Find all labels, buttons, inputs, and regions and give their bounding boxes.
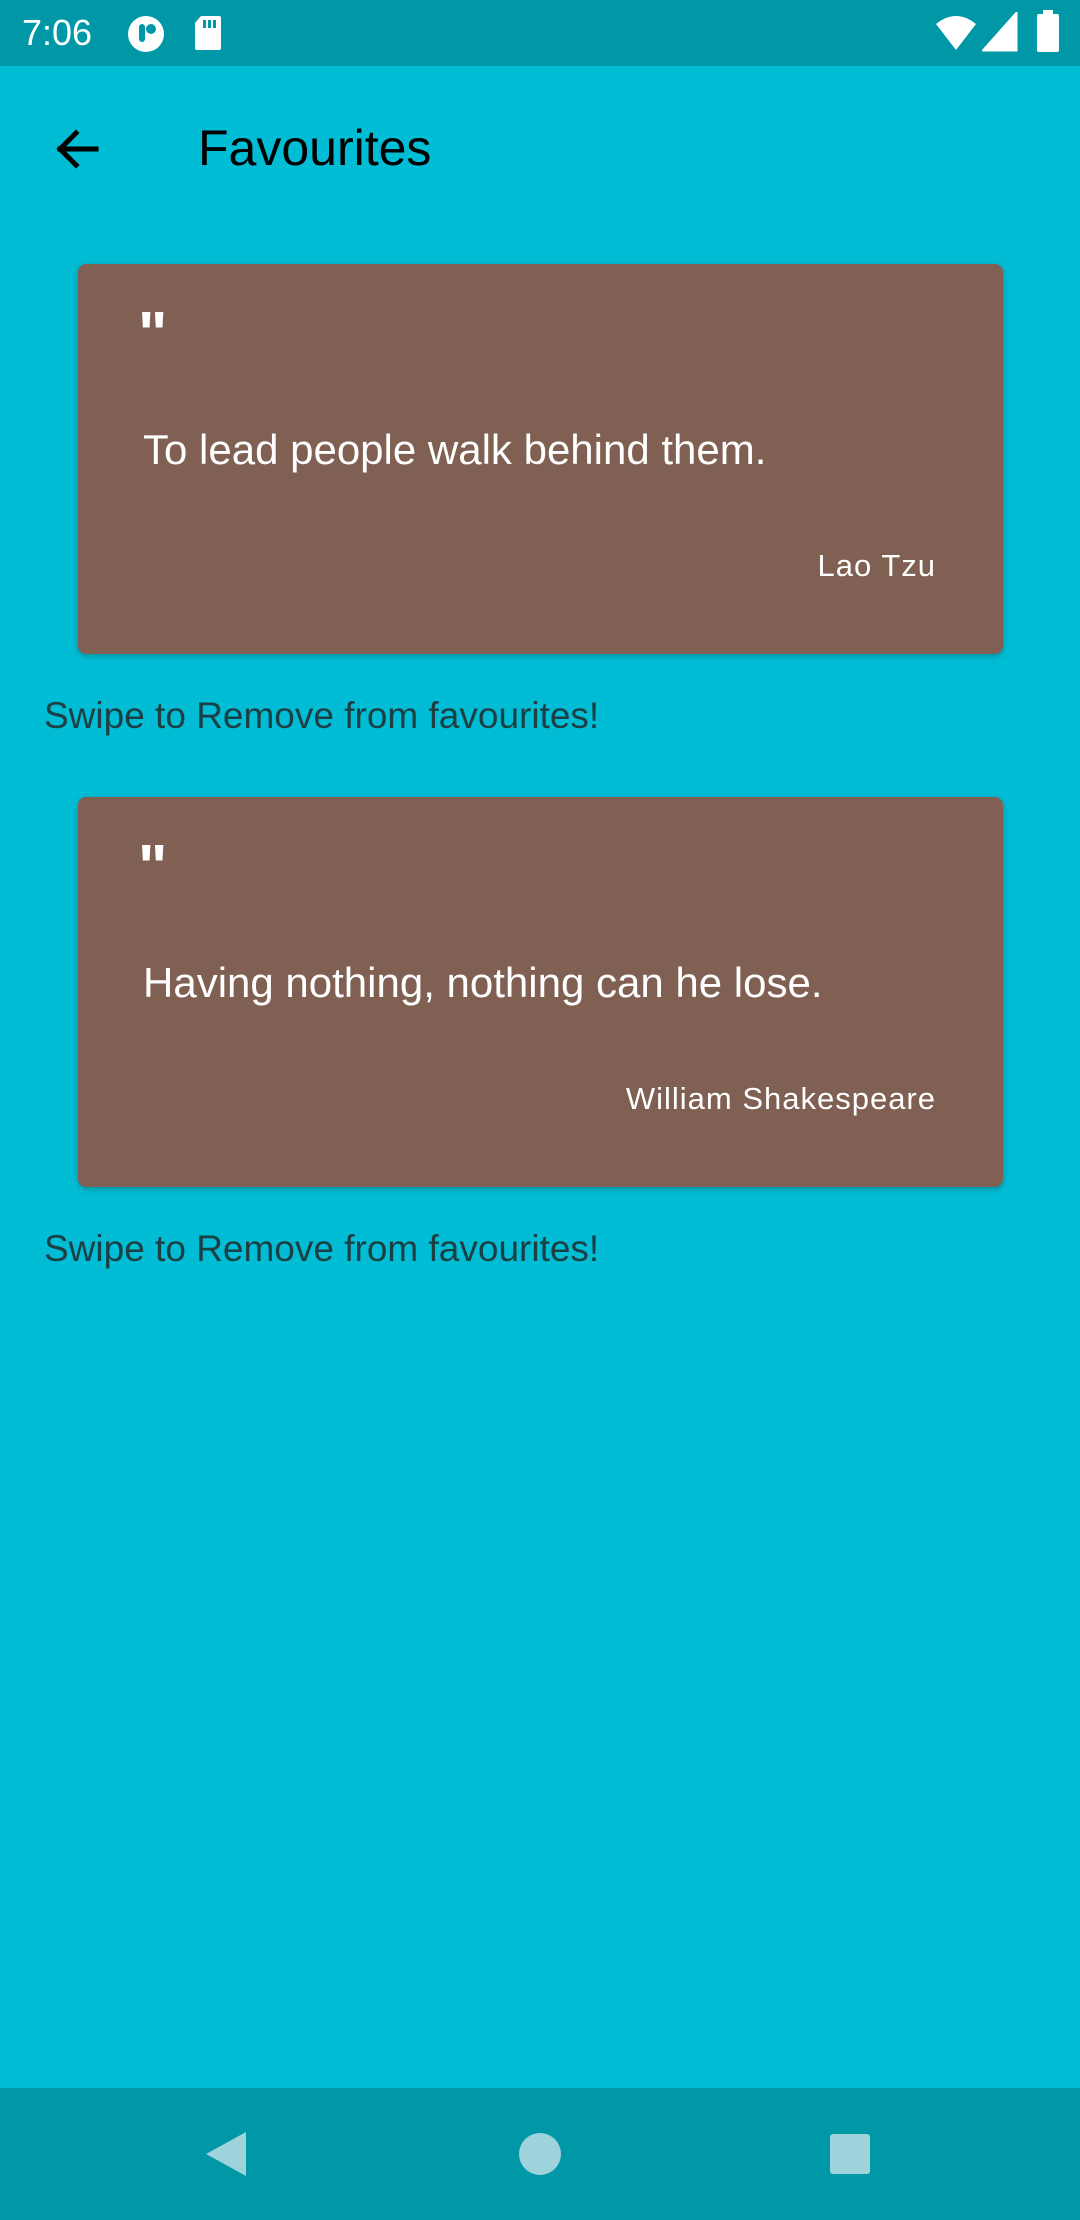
signal-icon xyxy=(980,10,1018,57)
back-button[interactable] xyxy=(42,114,112,184)
notification-app-icon xyxy=(126,14,166,59)
status-bar: 7:06 xyxy=(0,0,1080,66)
status-time: 7:06 xyxy=(22,12,93,53)
arrow-back-icon xyxy=(56,129,99,169)
nav-back-button[interactable] xyxy=(196,2124,256,2184)
swipe-hint: Swipe to Remove from favourites! xyxy=(44,1228,600,1269)
back-triangle-icon xyxy=(206,2132,246,2176)
battery-icon xyxy=(1036,10,1060,59)
nav-home-button[interactable] xyxy=(510,2124,570,2184)
quote-text: Having nothing, nothing can he lose. xyxy=(143,959,823,1006)
quote-author: Lao Tzu xyxy=(817,548,936,583)
page-title: Favourites xyxy=(198,120,432,176)
wifi-icon xyxy=(934,12,978,57)
quote-card[interactable]: " Having nothing, nothing can he lose. W… xyxy=(78,797,1003,1187)
home-circle-icon xyxy=(519,2133,561,2175)
quote-card[interactable]: " To lead people walk behind them. Lao T… xyxy=(78,264,1003,654)
sd-card-icon xyxy=(193,14,223,57)
system-navigation-bar xyxy=(0,2088,1080,2220)
swipe-hint: Swipe to Remove from favourites! xyxy=(44,695,600,736)
quote-mark-icon: " xyxy=(138,833,168,902)
app-bar: Favourites xyxy=(0,66,1080,226)
nav-recents-button[interactable] xyxy=(820,2124,880,2184)
quote-author: William Shakespeare xyxy=(625,1081,936,1116)
quote-mark-icon: " xyxy=(138,300,168,369)
quote-text: To lead people walk behind them. xyxy=(143,426,767,473)
recents-square-icon xyxy=(830,2134,870,2174)
